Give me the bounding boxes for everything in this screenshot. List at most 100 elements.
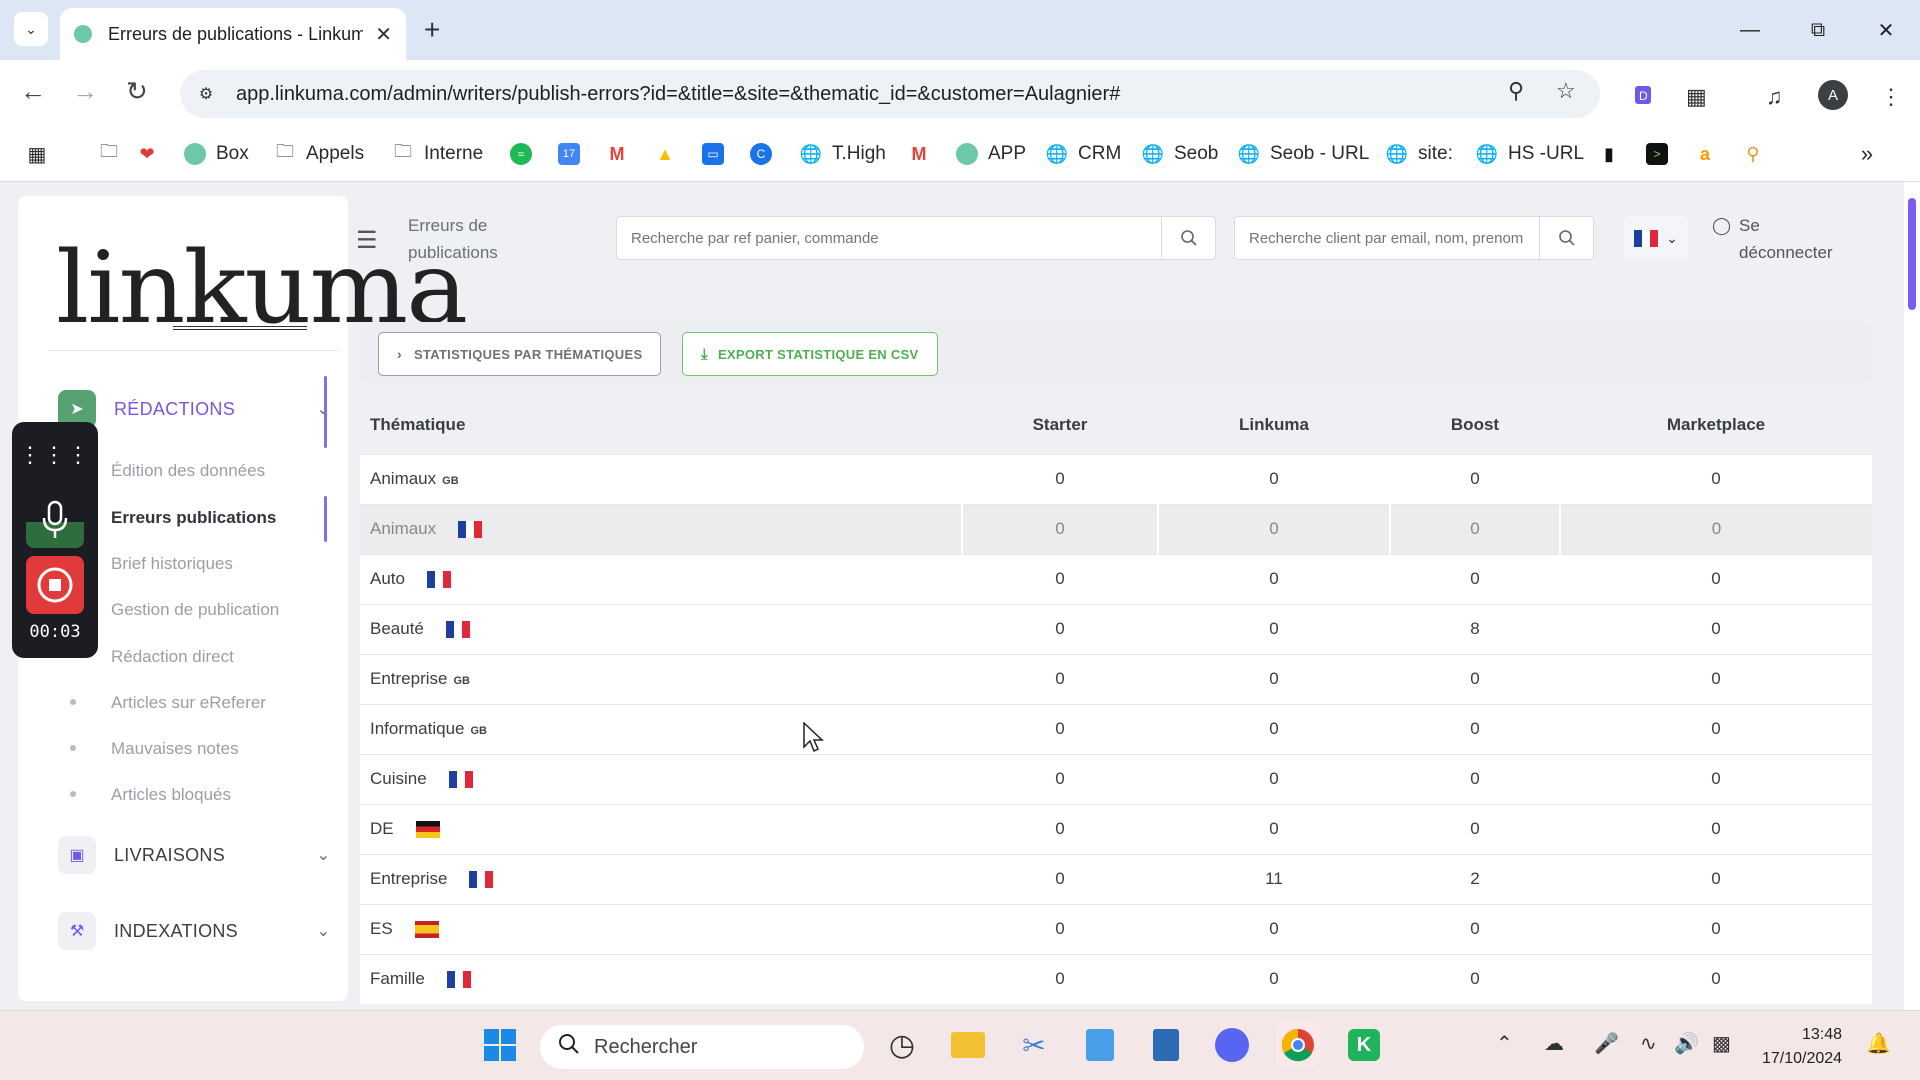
chat-icon[interactable]: ▭ [702,140,724,168]
discord-icon[interactable] [1210,1023,1254,1067]
site-info-icon[interactable]: ⚙ [190,78,222,110]
file-explorer-icon[interactable] [946,1023,990,1067]
table-row[interactable]: Animaux GB 0 0 0 0 [360,453,1872,504]
gmail-icon[interactable]: M [606,140,628,168]
recorder-menu-icon[interactable]: ⋮⋮⋮ [12,442,98,468]
bookmark-seob-url[interactable]: 🌐 Seob - URL [1238,140,1369,168]
bookmark-star-icon[interactable]: ☆ [1556,78,1576,104]
table-row[interactable]: Entreprise 0 11 2 0 [360,853,1872,904]
taskbar-clock[interactable]: 13:48 17/10/2024 [1762,1023,1842,1071]
column-header-boost[interactable]: Boost [1390,396,1560,454]
stats-by-theme-button[interactable]: › STATISTIQUES PAR THÉMATIQUES [378,332,662,376]
snipping-tool-icon[interactable]: ✂ [1012,1023,1056,1067]
extension-icon[interactable]: D [1632,84,1654,112]
logout-button[interactable]: ◯ Se déconnecter [1712,212,1849,266]
table-row[interactable]: Entreprise GB 0 0 0 0 [360,653,1872,704]
page-scrollbar[interactable] [1904,182,1920,1010]
table-row[interactable]: Famille 0 0 0 0 [360,953,1872,1004]
apps-grid-icon[interactable]: ▦ [26,140,48,168]
column-header-thematique[interactable]: Thématique [360,396,962,454]
browser-tab[interactable]: Erreurs de publications - Linkuma ✕ [60,8,406,60]
sidebar-link-redaction-direct[interactable]: Rédaction direct [111,647,234,667]
profile-avatar[interactable]: A [1818,80,1848,110]
column-header-marketplace[interactable]: Marketplace [1560,396,1872,454]
heart-icon[interactable]: ❤ [136,140,158,168]
sidebar-link-articles-ereferer[interactable]: Articles sur eReferer [111,693,266,713]
windows-start-icon[interactable] [478,1023,522,1067]
calculator-icon[interactable] [1144,1023,1188,1067]
gmail-icon[interactable]: M [908,140,930,168]
export-csv-button[interactable]: ⤓ EXPORT STATISTIQUE EN CSV [682,332,938,376]
close-window-button[interactable]: ✕ [1852,0,1920,60]
kaspersky-icon[interactable]: K [1342,1023,1386,1067]
chrome-icon[interactable] [1276,1023,1320,1067]
new-tab-button[interactable]: + [424,14,440,46]
wifi-icon[interactable]: ∿ [1640,1031,1657,1056]
zoom-icon[interactable]: ⚲ [1508,78,1524,104]
table-row[interactable]: DE 0 0 0 0 [360,803,1872,854]
table-row[interactable]: ES 0 0 0 0 [360,903,1872,954]
drive-icon[interactable]: ▲ [654,140,676,168]
onedrive-cloud-icon[interactable]: ☁ [1544,1031,1564,1056]
bookmark-app[interactable]: APP [956,140,1026,168]
tab-search-button[interactable]: ⌄ [14,12,48,46]
sidebar-link-gestion-publication[interactable]: Gestion de publication [111,600,279,620]
address-bar[interactable]: ⚙ app.linkuma.com/admin/writers/publish-… [180,70,1600,118]
order-search-input[interactable] [617,217,1161,259]
microphone-icon[interactable]: 🎤 [1594,1031,1619,1056]
bookmark-appels[interactable]: 🗀 Appels [274,140,364,168]
language-selector[interactable]: ⌄ [1624,216,1688,260]
notepad-icon[interactable] [1078,1023,1122,1067]
table-row[interactable]: Beauté 0 0 8 0 [360,603,1872,654]
search-icon[interactable] [1539,217,1593,259]
extensions-puzzle-icon[interactable]: ▦ [1686,84,1707,110]
battery-icon[interactable]: ▩ [1712,1031,1731,1056]
sidebar-link-articles-bloques[interactable]: Articles bloqués [111,785,231,805]
scrollbar-thumb[interactable] [1908,198,1916,310]
menu-kebab-icon[interactable]: ⋮ [1880,84,1902,110]
table-row[interactable]: Auto 0 0 0 0 [360,553,1872,604]
hamburger-menu-icon[interactable]: ☰ [356,226,378,255]
bookmark-crm[interactable]: 🌐 CRM [1046,140,1121,168]
folder-icon[interactable]: 🗀 [98,140,120,168]
spotify-icon[interactable]: ≈ [510,140,532,168]
bookmark-interne[interactable]: 🗀 Interne [392,140,483,168]
back-button[interactable]: ← [20,76,46,107]
forward-button[interactable]: → [72,76,98,107]
volume-icon[interactable]: 🔊 [1674,1031,1699,1056]
stop-recording-button[interactable] [26,556,84,614]
column-header-linkuma[interactable]: Linkuma [1158,396,1390,454]
sidebar-link-erreurs-publications[interactable]: Erreurs publications [111,508,276,528]
minimize-button[interactable]: — [1716,0,1784,60]
more-bookmarks-icon[interactable]: » [1856,140,1878,168]
bookmark-box[interactable]: Box [184,140,249,168]
microphone-icon[interactable] [26,492,84,548]
bookmark-site[interactable]: 🌐 site: [1386,140,1453,168]
table-row[interactable]: Animaux 0 0 0 0 [360,503,1872,554]
bookmark-thigh[interactable]: 🌐 T.High [800,140,886,168]
table-row[interactable]: Cuisine 0 0 0 0 [360,753,1872,804]
notification-bell-icon[interactable]: 🔔 [1866,1031,1891,1056]
magnifier-icon[interactable]: ⚲ [1742,140,1764,168]
bookmark-dark-icon[interactable]: ▮ [1598,140,1620,168]
search-icon[interactable] [1161,217,1215,259]
table-row[interactable]: Informatique GB 0 0 0 0 [360,703,1872,754]
sidebar-section-redactions[interactable]: ➤ RÉDACTIONS ⌄ [58,390,330,428]
column-header-starter[interactable]: Starter [962,396,1158,454]
terminal-icon[interactable]: > [1646,140,1668,168]
tab-close-icon[interactable]: ✕ [375,22,392,47]
restore-button[interactable]: ⧉ [1784,0,1852,60]
calendar-icon[interactable]: 17 [558,140,580,168]
circle-app-icon[interactable]: C [750,140,772,168]
reload-button[interactable]: ↻ [126,76,148,107]
taskbar-search[interactable]: Rechercher [540,1025,864,1069]
sidebar-link-edition-donnees[interactable]: Édition des données [111,461,265,481]
sidebar-link-mauvaises-notes[interactable]: Mauvaises notes [111,739,239,759]
sidebar-section-livraisons[interactable]: ▣ LIVRAISONS ⌄ [58,836,330,874]
bookmark-seob[interactable]: 🌐 Seob [1142,140,1219,168]
url-text[interactable]: app.linkuma.com/admin/writers/publish-er… [236,83,1120,106]
sidebar-section-indexations[interactable]: ⚒ INDEXATIONS ⌄ [58,912,330,950]
chevron-up-icon[interactable]: ⌃ [1496,1031,1513,1056]
amazon-icon[interactable]: a [1694,140,1716,168]
sidebar-link-brief-historiques[interactable]: Brief historiques [111,554,233,574]
